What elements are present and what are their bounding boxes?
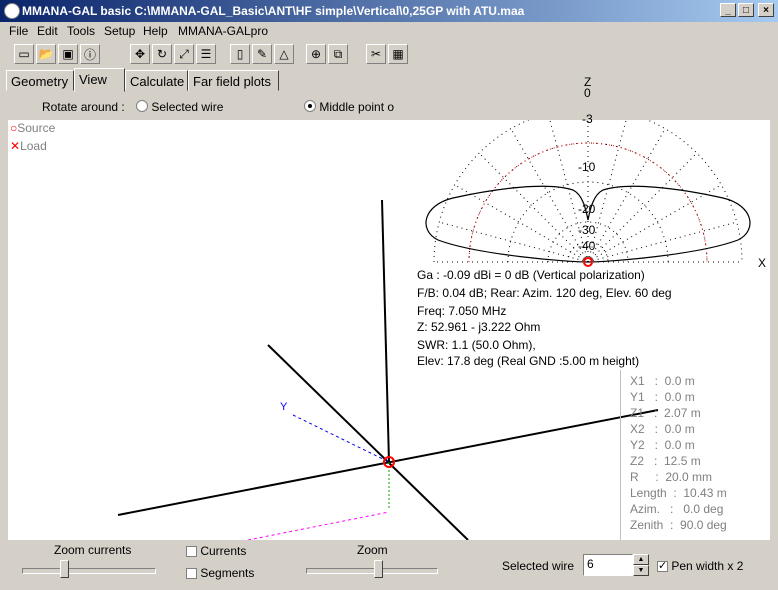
menu-file[interactable]: File (9, 24, 28, 38)
wire-z1: Z1 : 2.07 m (630, 406, 701, 420)
calculator-icon[interactable]: ▦ (388, 44, 408, 64)
app-icon[interactable] (4, 3, 20, 19)
y-axis-line (292, 414, 390, 463)
info-icon[interactable]: ⓘ (80, 44, 100, 64)
close-button[interactable]: × (758, 3, 774, 17)
ring-label-0: 0 (584, 86, 591, 100)
ring-label-10: -10 (578, 160, 596, 174)
radio-selected-wire[interactable] (136, 100, 148, 112)
polar-x-label: X (758, 256, 767, 270)
wire-r: R : 20.0 mm (630, 470, 713, 484)
segments-option[interactable]: Segments (186, 566, 254, 580)
minimize-button[interactable]: _ (720, 3, 736, 17)
triangle-icon[interactable]: △ (274, 44, 294, 64)
tab-calculate[interactable]: Calculate (125, 70, 188, 91)
legend-source: ○Source (10, 121, 56, 135)
zoom-label: Zoom (357, 543, 388, 557)
legend-load: ✕Load (10, 139, 47, 153)
scale-icon[interactable]: ⤢ (174, 44, 194, 64)
wire-zenith: Zenith : 90.0 deg (630, 518, 727, 532)
result-swr: SWR: 1.1 (50.0 Ohm), (417, 338, 536, 352)
ring-label-40: -40 (578, 239, 596, 253)
rotate-bar: Rotate around : Selected wire Middle poi… (8, 95, 400, 120)
wire-z2: Z2 : 12.5 m (630, 454, 701, 468)
selected-wire-input[interactable]: 6 (583, 554, 633, 576)
wire-y2: Y2 : 0.0 m (630, 438, 695, 452)
wire-azim: Azim. : 0.0 deg (630, 502, 724, 516)
ring-label-20: -20 (578, 202, 596, 216)
rotate-label: Rotate around : (42, 100, 125, 114)
zoom-slider[interactable] (306, 568, 438, 574)
result-impedance: Z: 52.961 - j3.222 Ohm (417, 320, 541, 334)
rotate-icon[interactable]: ↻ (152, 44, 172, 64)
menu-edit[interactable]: Edit (37, 24, 58, 38)
tools-icon[interactable]: ✂ (366, 44, 386, 64)
pen-icon[interactable]: ✎ (252, 44, 272, 64)
copy-icon[interactable]: ⧉ (328, 44, 348, 64)
new-icon[interactable]: ▭ (14, 44, 34, 64)
target-icon[interactable]: ⊕ (306, 44, 326, 64)
tab-geometry[interactable]: Geometry (6, 70, 74, 91)
menu-tools[interactable]: Tools (67, 24, 95, 38)
result-elev: Elev: 17.8 deg (Real GND :5.00 m height) (417, 354, 640, 368)
pen-width-option[interactable]: Pen width x 2 (657, 559, 743, 573)
result-ga: Ga : -0.09 dBi = 0 dB (Vertical polariza… (417, 268, 645, 282)
load-icon: ✕ (10, 139, 21, 153)
tab-view[interactable]: View (74, 68, 125, 92)
spin-down-button[interactable]: ▼ (633, 565, 649, 576)
align-icon[interactable]: ☰ (196, 44, 216, 64)
move-icon[interactable]: ✥ (130, 44, 150, 64)
title-bar[interactable]: MMANA-GAL basic C:\MMANA-GAL_Basic\ANT\H… (0, 0, 778, 22)
page-icon[interactable]: ▯ (230, 44, 250, 64)
toolbar: ▭ 📂 ▣ ⓘ ✥ ↻ ⤢ ☰ ▯ ✎ △ ⊕ ⧉ ✂ ▦ (0, 41, 778, 69)
projection-line (247, 511, 390, 540)
ring-label-3: -3 (582, 112, 593, 126)
rotate-selected-wire[interactable]: Selected wire (136, 100, 223, 114)
wire-x2: X2 : 0.0 m (630, 422, 695, 436)
view-canvas[interactable]: ○Source ✕Load Z X 0 -3 -10 -20 -30 -40 G… (8, 75, 770, 540)
open-icon[interactable]: 📂 (36, 44, 56, 64)
pen-width-checkbox[interactable] (657, 559, 668, 572)
zoom-currents-thumb[interactable] (60, 560, 69, 578)
save-icon[interactable]: ▣ (58, 44, 78, 64)
menu-bar: File Edit Tools Setup Help MMANA-GALpro (0, 22, 778, 40)
window-title: MMANA-GAL basic C:\MMANA-GAL_Basic\ANT\H… (22, 4, 525, 18)
wire-x1: X1 : 0.0 m (630, 374, 695, 388)
maximize-button[interactable]: □ (738, 3, 754, 17)
y-axis-label: Y (280, 401, 288, 413)
menu-setup[interactable]: Setup (104, 24, 135, 38)
rotate-middle-point[interactable]: Middle point o (304, 100, 394, 114)
result-fb: F/B: 0.04 dB; Rear: Azim. 120 deg, Elev.… (417, 286, 672, 300)
menu-mmana-galpro[interactable]: MMANA-GALpro (178, 24, 268, 38)
tab-far-field-plots[interactable]: Far field plots (188, 70, 279, 91)
wire-length: Length : 10.43 m (630, 486, 727, 500)
menu-help[interactable]: Help (143, 24, 168, 38)
wire-y1: Y1 : 0.0 m (630, 390, 695, 404)
zoom-currents-slider[interactable] (22, 568, 156, 574)
ring-label-30: -30 (578, 223, 596, 237)
spin-up-button[interactable]: ▲ (633, 554, 649, 565)
currents-checkbox[interactable] (186, 546, 197, 557)
currents-option[interactable]: Currents (186, 544, 246, 558)
result-freq: Freq: 7.050 MHz (417, 304, 507, 318)
zoom-thumb[interactable] (374, 560, 383, 578)
segments-checkbox[interactable] (186, 568, 197, 579)
zoom-currents-label: Zoom currents (54, 543, 132, 557)
selected-wire-label: Selected wire (502, 559, 575, 573)
radio-middle-point[interactable] (304, 100, 316, 112)
wire-info-divider (620, 370, 621, 540)
